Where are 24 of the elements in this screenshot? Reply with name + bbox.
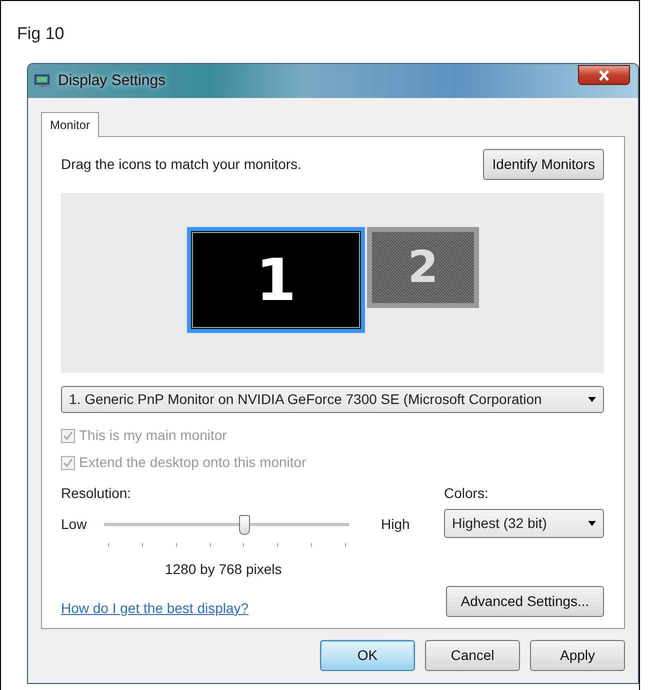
checkbox-label: Extend the desktop onto this monitor — [79, 453, 306, 472]
figure-label: Fig 10 — [16, 23, 64, 45]
high-label: High — [381, 515, 410, 534]
window-title: Display Settings — [58, 70, 166, 91]
dialog-button[interactable]: Cancel — [425, 640, 520, 671]
colors-dropdown[interactable]: Highest (32 bit) — [444, 509, 604, 538]
resolution-reading: 1280 by 768 pixels — [165, 560, 282, 579]
help-link[interactable]: How do I get the best display? — [61, 598, 249, 619]
close-button[interactable] — [578, 64, 630, 84]
colors-label: Colors: — [444, 484, 490, 503]
tab[interactable]: Monitor — [41, 112, 100, 137]
resolution-label: Resolution: — [61, 484, 132, 503]
checkbox-label: This is my main monitor — [79, 426, 227, 445]
advanced-settings-button[interactable]: Advanced Settings... — [446, 586, 604, 617]
identify-monitors-button[interactable]: Identify Monitors — [483, 149, 604, 180]
low-label: Low — [61, 515, 88, 534]
monitor-dropdown[interactable]: 1. Generic PnP Monitor on NVIDIA GeForce 7300 SE (Microsoft Corporation — [61, 386, 604, 413]
instruction-text: Drag the icons to match your monitors. — [61, 155, 302, 174]
dialog-button[interactable]: OK — [320, 640, 415, 671]
monitor-icon[interactable]: 1 — [187, 227, 365, 333]
slider-thumb[interactable] — [238, 515, 250, 535]
display-icon — [34, 73, 52, 89]
close-icon — [598, 70, 610, 82]
dialog-button[interactable]: Apply — [530, 640, 625, 671]
